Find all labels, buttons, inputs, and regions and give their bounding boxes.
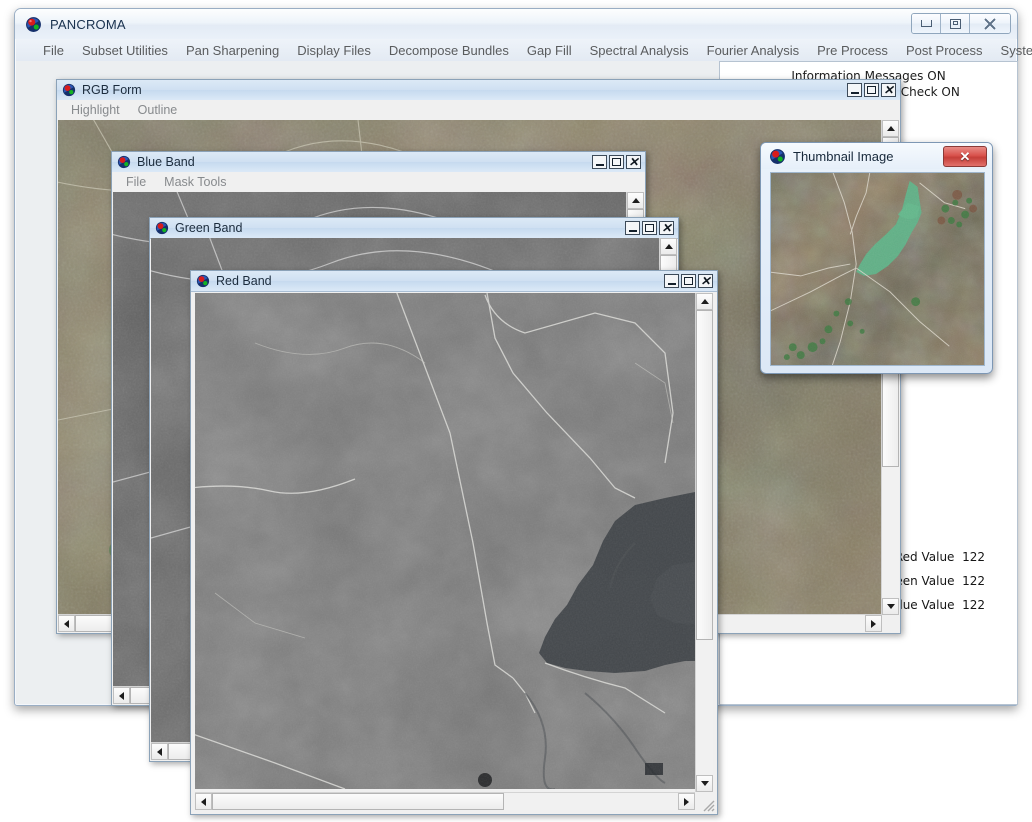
pancroma-globe-icon — [26, 16, 41, 32]
red-scroll-left-button[interactable] — [195, 793, 212, 810]
rgb-scroll-right-button[interactable] — [865, 615, 882, 632]
menu-gap-fill[interactable]: Gap Fill — [518, 43, 581, 58]
blue-band-minimize-button[interactable] — [592, 155, 607, 169]
blue-band-close-button[interactable]: ✕ — [626, 155, 641, 169]
main-menu-bar: File Subset Utilities Pan Sharpening Dis… — [16, 39, 1032, 62]
rgb-scroll-left-button[interactable] — [58, 615, 75, 632]
thumbnail-title-bar[interactable]: Thumbnail Image ✕ — [761, 143, 992, 169]
red-band-vertical-scrollbar[interactable] — [695, 293, 713, 792]
rgb-scroll-up-button[interactable] — [882, 120, 899, 137]
red-scroll-right-button[interactable] — [678, 793, 695, 810]
rgb-form-window-controls: ✕ — [847, 83, 896, 97]
menu-file[interactable]: File — [34, 43, 73, 58]
rgb-scroll-down-button[interactable] — [882, 598, 899, 615]
main-window-controls — [911, 13, 1011, 34]
red-band-title-bar[interactable]: Red Band ✕ — [191, 271, 717, 292]
blue-band-window-controls: ✕ — [592, 155, 641, 169]
thumbnail-image[interactable] — [770, 172, 985, 366]
menu-spectral-analysis[interactable]: Spectral Analysis — [581, 43, 698, 58]
red-band-size-grip[interactable] — [700, 797, 716, 813]
main-title-bar[interactable]: PANCROMA — [15, 9, 1017, 39]
close-button[interactable] — [970, 14, 1010, 33]
red-scroll-thumb-horizontal[interactable] — [212, 793, 504, 810]
pancroma-globe-icon — [155, 221, 169, 235]
red-band-close-button[interactable]: ✕ — [698, 274, 713, 288]
rgb-form-title: RGB Form — [82, 83, 142, 97]
blue-band-title: Blue Band — [137, 155, 195, 169]
menu-pre-process[interactable]: Pre Process — [808, 43, 897, 58]
thumbnail-close-button[interactable]: ✕ — [943, 146, 987, 167]
menu-subset-utilities[interactable]: Subset Utilities — [73, 43, 177, 58]
pancroma-globe-icon — [117, 155, 131, 169]
green-band-maximize-button[interactable] — [642, 221, 657, 235]
rgb-form-maximize-button[interactable] — [864, 83, 879, 97]
green-value-number: 122 — [962, 574, 985, 588]
red-band-grayscale-image — [195, 293, 700, 789]
blue-menu-file[interactable]: File — [117, 175, 155, 189]
green-band-title-bar[interactable]: Green Band ✕ — [150, 218, 678, 239]
close-icon: ✕ — [959, 148, 971, 164]
red-band-window-controls: ✕ — [664, 274, 713, 288]
blue-band-title-bar[interactable]: Blue Band ✕ — [112, 152, 645, 173]
blue-menu-mask-tools[interactable]: Mask Tools — [155, 175, 235, 189]
red-band-window: Red Band ✕ — [190, 270, 718, 815]
green-band-title: Green Band — [175, 221, 243, 235]
menu-system[interactable]: System — [992, 43, 1032, 58]
rgb-menu-highlight[interactable]: Highlight — [62, 103, 129, 117]
red-band-minimize-button[interactable] — [664, 274, 679, 288]
pancroma-globe-icon — [196, 274, 210, 288]
blue-scroll-left-button[interactable] — [113, 687, 130, 704]
main-window-title: PANCROMA — [50, 16, 126, 32]
green-band-window-controls: ✕ — [625, 221, 674, 235]
thumbnail-window-title: Thumbnail Image — [793, 148, 894, 164]
pancroma-globe-icon — [770, 148, 785, 164]
blue-value-number: 122 — [962, 598, 985, 612]
close-icon — [984, 17, 996, 30]
red-band-image-viewport[interactable] — [195, 293, 700, 789]
green-scroll-up-button[interactable] — [660, 238, 677, 255]
blue-band-menu-bar: File Mask Tools — [112, 172, 645, 191]
blue-scroll-up-button[interactable] — [627, 192, 644, 209]
rgb-menu-outline[interactable]: Outline — [129, 103, 187, 117]
rgb-form-title-bar[interactable]: RGB Form ✕ — [57, 80, 900, 101]
maximize-button[interactable] — [941, 14, 970, 33]
red-scroll-thumb-vertical[interactable] — [696, 310, 713, 640]
green-scroll-left-button[interactable] — [151, 743, 168, 760]
pancroma-globe-icon — [62, 83, 76, 97]
green-band-close-button[interactable]: ✕ — [659, 221, 674, 235]
red-scroll-up-button[interactable] — [696, 293, 713, 310]
blue-band-maximize-button[interactable] — [609, 155, 624, 169]
rgb-form-menu-bar: Highlight Outline — [57, 100, 900, 119]
red-value-label: Red Value — [894, 550, 955, 564]
rgb-form-minimize-button[interactable] — [847, 83, 862, 97]
menu-post-process[interactable]: Post Process — [897, 43, 992, 58]
red-band-horizontal-scrollbar[interactable] — [195, 792, 695, 810]
minimize-button[interactable] — [912, 14, 941, 33]
red-band-title: Red Band — [216, 274, 272, 288]
green-band-minimize-button[interactable] — [625, 221, 640, 235]
red-value-number: 122 — [962, 550, 985, 564]
menu-decompose-bundles[interactable]: Decompose Bundles — [380, 43, 518, 58]
red-band-maximize-button[interactable] — [681, 274, 696, 288]
screen-root: PANCROMA File Subset Utilities Pan Sharp… — [0, 0, 1032, 822]
thumbnail-image-window: Thumbnail Image ✕ — [760, 142, 993, 374]
red-scroll-down-button[interactable] — [696, 775, 713, 792]
menu-display-files[interactable]: Display Files — [288, 43, 380, 58]
rgb-form-close-button[interactable]: ✕ — [881, 83, 896, 97]
thumbnail-satellite-image — [771, 173, 984, 365]
menu-pan-sharpening[interactable]: Pan Sharpening — [177, 43, 288, 58]
menu-fourier-analysis[interactable]: Fourier Analysis — [698, 43, 808, 58]
